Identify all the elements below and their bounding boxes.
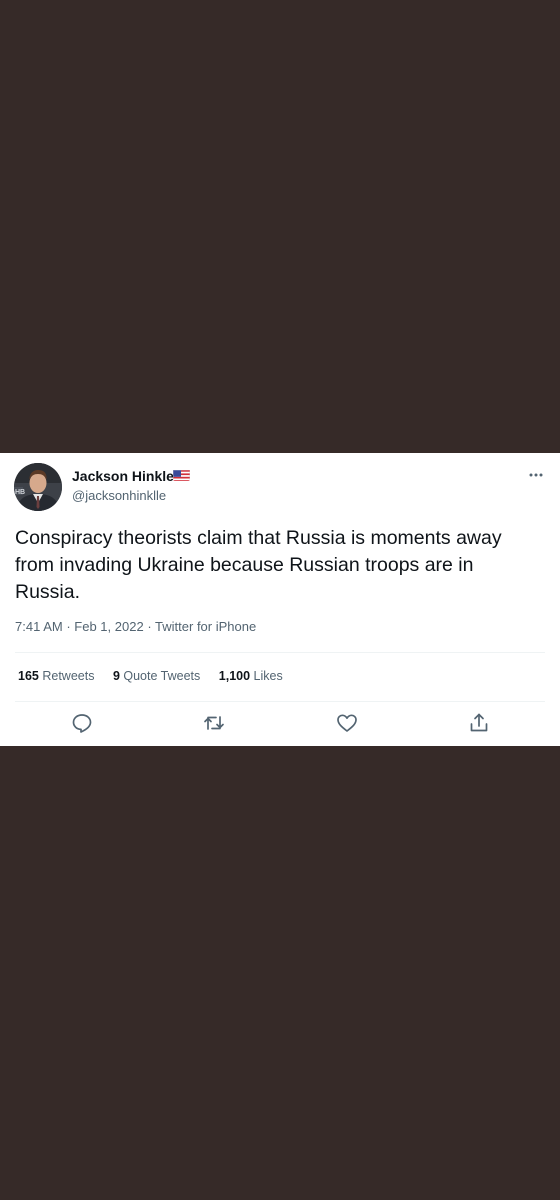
share-icon xyxy=(470,713,488,732)
user-handle[interactable]: @jacksonhinklle xyxy=(72,488,166,503)
quote-tweets-label: Quote Tweets xyxy=(123,669,201,683)
engagement-stats: 165 Retweets 9 Quote Tweets 1,100 Likes xyxy=(18,669,298,683)
tweet-source[interactable]: Twitter for iPhone xyxy=(155,619,256,634)
more-options-button[interactable] xyxy=(523,465,549,485)
quote-tweets-count: 9 xyxy=(112,669,120,683)
heart-icon xyxy=(337,714,357,732)
divider xyxy=(15,652,545,653)
tweet-date[interactable]: Feb 1, 2022 xyxy=(74,619,143,634)
avatar-image: HB xyxy=(14,463,62,511)
reply-icon xyxy=(72,714,92,733)
retweets-count: 165 xyxy=(18,669,39,683)
retweets-stat[interactable]: 165 Retweets xyxy=(18,669,94,683)
divider xyxy=(15,701,545,702)
likes-count: 1,100 xyxy=(218,669,251,683)
reply-button[interactable] xyxy=(70,711,94,735)
avatar[interactable]: HB xyxy=(14,463,62,511)
tweet-time[interactable]: 7:41 AM xyxy=(15,619,63,634)
retweet-button[interactable] xyxy=(202,711,226,735)
tweet-text: Conspiracy theorists claim that Russia i… xyxy=(15,527,502,603)
meta-separator: · xyxy=(66,619,71,634)
tweet-meta: 7:41 AM · Feb 1, 2022 · Twitter for iPho… xyxy=(15,619,256,634)
more-horizontal-icon xyxy=(529,473,543,477)
like-button[interactable] xyxy=(335,711,359,735)
svg-text:HB: HB xyxy=(15,489,25,496)
tweet-card: HB Jackson Hinkle @jacksonhinklle Conspi… xyxy=(0,453,560,746)
likes-stat[interactable]: 1,100 Likes xyxy=(219,669,283,683)
likes-label: Likes xyxy=(253,669,283,683)
retweets-label: Retweets xyxy=(42,669,95,683)
share-button[interactable] xyxy=(467,711,491,735)
retweet-icon xyxy=(204,716,224,730)
display-name[interactable]: Jackson Hinkle xyxy=(72,468,174,484)
quote-tweets-stat[interactable]: 9 Quote Tweets xyxy=(113,669,200,683)
us-flag-icon xyxy=(173,469,190,481)
meta-separator: · xyxy=(147,619,152,634)
